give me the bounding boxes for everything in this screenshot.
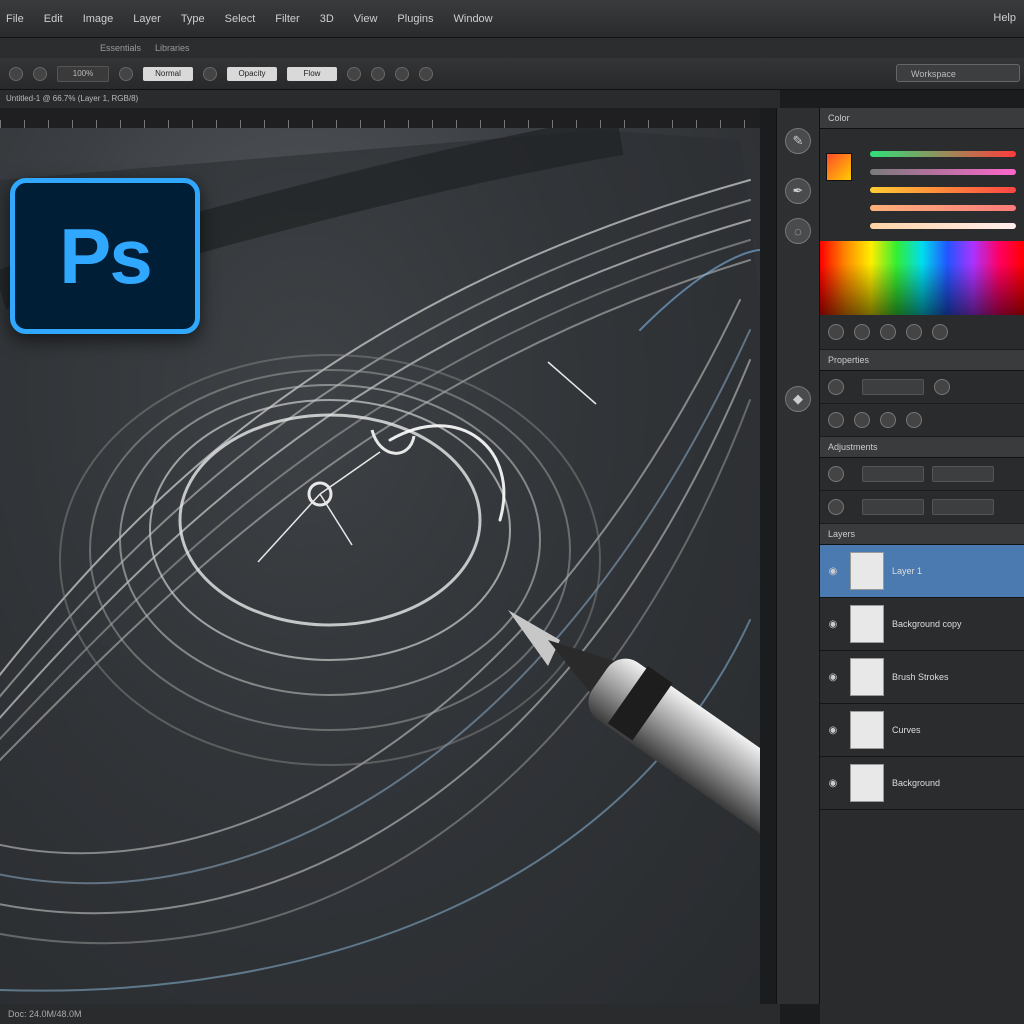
adjustments-panel-title[interactable]: Adjustments — [820, 437, 1024, 458]
alpha-slider[interactable] — [870, 205, 1016, 211]
menu-bar: File Edit Image Layer Type Select Filter… — [0, 0, 1024, 38]
layer-row[interactable]: ◉ Layer 1 — [820, 545, 1024, 598]
eye-icon[interactable]: ◉ — [826, 619, 840, 630]
horizontal-ruler — [0, 108, 760, 129]
eyedropper-icon[interactable]: ◆ — [785, 386, 811, 412]
menu-type[interactable]: Type — [181, 13, 205, 25]
brush-icon[interactable]: ✎ — [785, 128, 811, 154]
workspace-select[interactable]: Workspace — [896, 64, 1020, 82]
lasso-icon[interactable]: ◌ — [785, 218, 811, 244]
layer-thumbnail — [850, 605, 884, 643]
menu-view[interactable]: View — [354, 13, 378, 25]
properties-row-2 — [820, 404, 1024, 437]
menu-window[interactable]: Window — [454, 13, 493, 25]
zoom-field[interactable]: 100% — [57, 65, 109, 82]
opacity-field[interactable]: Opacity — [227, 66, 277, 81]
color-panel — [820, 129, 1024, 315]
red-slider[interactable] — [870, 151, 1016, 157]
menu-edit[interactable]: Edit — [44, 13, 63, 25]
pressure-icon[interactable] — [395, 66, 409, 81]
lightness-slider[interactable] — [870, 223, 1016, 229]
menu-image[interactable]: Image — [83, 13, 114, 25]
photoshop-logo: Ps — [10, 178, 200, 334]
swatches-icon[interactable] — [828, 324, 844, 340]
subbar-libraries[interactable]: Libraries — [155, 43, 190, 53]
align-left-icon[interactable] — [828, 412, 844, 428]
rotate-icon[interactable] — [934, 379, 950, 395]
layer-row[interactable]: ◉ Background — [820, 757, 1024, 810]
layer-thumbnail — [850, 658, 884, 696]
menu-filter[interactable]: Filter — [275, 13, 299, 25]
options-bar: 100% Normal Opacity Flow — [0, 58, 1024, 90]
libraries-icon[interactable] — [906, 324, 922, 340]
layer-name: Curves — [892, 725, 921, 735]
pen-icon[interactable]: ✒ — [785, 178, 811, 204]
layer-name: Brush Strokes — [892, 672, 949, 682]
menu-3d[interactable]: 3D — [320, 13, 334, 25]
adjust-field-4[interactable] — [932, 499, 994, 515]
align-center-icon[interactable] — [854, 412, 870, 428]
brush-settings-icon[interactable] — [119, 66, 133, 81]
eye-icon[interactable]: ◉ — [826, 778, 840, 789]
swatch-icon-row — [820, 315, 1024, 350]
eye-icon[interactable]: ◉ — [826, 566, 840, 577]
flow-field[interactable]: Flow — [287, 66, 337, 81]
curves-icon[interactable] — [828, 499, 844, 515]
eye-icon[interactable]: ◉ — [826, 672, 840, 683]
color-spectrum[interactable] — [820, 241, 1024, 315]
color-panel-title[interactable]: Color — [820, 108, 1024, 129]
eye-icon[interactable]: ◉ — [826, 725, 840, 736]
layer-row[interactable]: ◉ Background copy — [820, 598, 1024, 651]
layer-thumbnail — [850, 764, 884, 802]
home-icon[interactable] — [9, 66, 23, 81]
menu-layer[interactable]: Layer — [133, 13, 161, 25]
property-field-1[interactable] — [862, 379, 924, 395]
menu-select[interactable]: Select — [225, 13, 256, 25]
menu-help[interactable]: Help — [993, 12, 1016, 24]
align-right-icon[interactable] — [880, 412, 896, 428]
menu-plugins[interactable]: Plugins — [397, 13, 433, 25]
symmetry-icon[interactable] — [419, 66, 433, 81]
adjust-field-3[interactable] — [862, 499, 924, 515]
document-tab[interactable]: Untitled-1 @ 66.7% (Layer 1, RGB/8) — [0, 90, 780, 108]
blue-slider[interactable] — [870, 187, 1016, 193]
distribute-icon[interactable] — [906, 412, 922, 428]
layer-name: Layer 1 — [892, 566, 923, 576]
layer-thumbnail — [850, 552, 884, 590]
subbar-essentials[interactable]: Essentials — [100, 43, 141, 53]
foreground-swatch[interactable] — [826, 153, 852, 181]
green-slider[interactable] — [870, 169, 1016, 175]
layer-thumbnail — [850, 711, 884, 749]
patterns-icon[interactable] — [880, 324, 896, 340]
layers-list: ◉ Layer 1 ◉ Background copy ◉ Brush Stro… — [820, 545, 1024, 810]
adjust-field-1[interactable] — [862, 466, 924, 482]
link-icon[interactable] — [828, 379, 844, 395]
right-panels: Color Properties Adjustments Layers ◉ La… — [820, 108, 1024, 1024]
tool-strip: ✎ ✒ ◌ ◆ — [776, 108, 820, 1004]
history-icon[interactable] — [932, 324, 948, 340]
layer-name: Background copy — [892, 619, 962, 629]
layer-row[interactable]: ◉ Brush Strokes — [820, 651, 1024, 704]
blend-mode-select[interactable]: Normal — [143, 66, 193, 81]
logo-text: Ps — [59, 211, 152, 300]
airbrush-icon[interactable] — [347, 66, 361, 81]
gradients-icon[interactable] — [854, 324, 870, 340]
layer-name: Background — [892, 778, 941, 788]
toggle-icon[interactable] — [203, 66, 217, 81]
workspace-subbar: Essentials Libraries — [0, 38, 1024, 58]
adjustments-row-1 — [820, 458, 1024, 491]
tool-preset-icon[interactable] — [33, 66, 47, 81]
brightness-icon[interactable] — [828, 466, 844, 482]
layers-panel-title[interactable]: Layers — [820, 524, 1024, 545]
properties-panel-title[interactable]: Properties — [820, 350, 1024, 371]
properties-row-1 — [820, 371, 1024, 404]
smoothing-icon[interactable] — [371, 66, 385, 81]
layer-row[interactable]: ◉ Curves — [820, 704, 1024, 757]
menu-file[interactable]: File — [6, 13, 24, 25]
canvas[interactable]: Ps — [0, 128, 760, 1004]
status-bar: Doc: 24.0M/48.0M — [0, 1004, 780, 1024]
adjustments-row-2 — [820, 491, 1024, 524]
adjust-field-2[interactable] — [932, 466, 994, 482]
